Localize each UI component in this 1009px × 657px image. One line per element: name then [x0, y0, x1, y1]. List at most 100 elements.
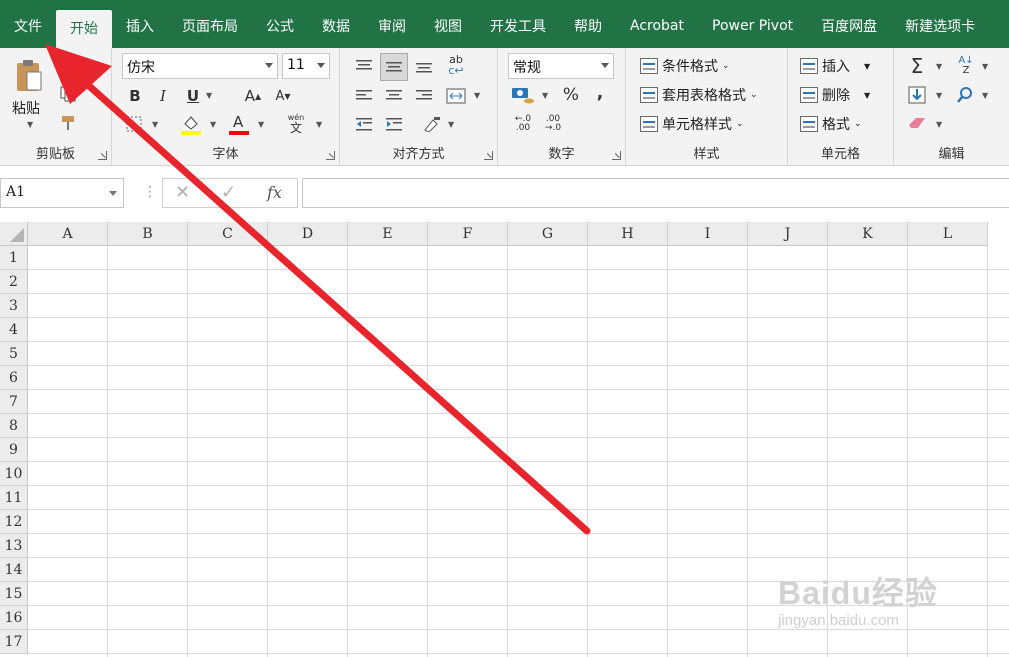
borders-icon[interactable] — [124, 114, 144, 134]
tab-3[interactable]: 页面布局 — [168, 7, 252, 45]
phonetic-icon[interactable]: wén 文 — [284, 110, 308, 138]
wrap-dropdown-chevron-icon[interactable]: ▼ — [448, 120, 454, 129]
row-header-7[interactable]: 7 — [0, 390, 28, 414]
italic-icon[interactable]: I — [154, 86, 172, 106]
name-box[interactable]: A1 — [0, 178, 124, 208]
format-painter-icon[interactable] — [58, 112, 78, 132]
row-header-1[interactable]: 1 — [0, 246, 28, 270]
column-header-b[interactable]: B — [108, 222, 188, 246]
font-size-combo[interactable]: 11 — [282, 53, 330, 79]
tab-12[interactable]: 百度网盘 — [807, 7, 891, 45]
underline-icon[interactable]: U — [184, 86, 202, 106]
align-left-icon[interactable] — [352, 84, 376, 108]
sort-filter-dropdown-chevron-icon[interactable]: ▼ — [982, 62, 988, 71]
find-select-icon[interactable] — [954, 84, 976, 106]
borders-dropdown-chevron-icon[interactable]: ▼ — [152, 120, 158, 129]
font-color-icon[interactable]: A — [228, 112, 250, 136]
fill-color-dropdown-chevron-icon[interactable]: ▼ — [210, 120, 216, 129]
row-header-16[interactable]: 16 — [0, 606, 28, 630]
tab-8[interactable]: 开发工具 — [476, 7, 560, 45]
find-select-dropdown-chevron-icon[interactable]: ▼ — [982, 91, 988, 100]
font-name-combo[interactable]: 仿宋 — [122, 53, 278, 79]
column-header-g[interactable]: G — [508, 222, 588, 246]
insert-cells-button[interactable]: 插入 ▼ — [800, 56, 870, 76]
row-header-5[interactable]: 5 — [0, 342, 28, 366]
phonetic-dropdown-chevron-icon[interactable]: ▼ — [316, 120, 322, 129]
column-header-f[interactable]: F — [428, 222, 508, 246]
column-header-e[interactable]: E — [348, 222, 428, 246]
insert-function-icon[interactable]: fx — [267, 183, 282, 202]
decrease-decimal-icon[interactable]: .00 →.0 — [540, 112, 566, 136]
tab-2[interactable]: 插入 — [112, 7, 168, 45]
delete-cells-button[interactable]: 删除 ▼ — [800, 85, 870, 105]
percent-icon[interactable]: % — [560, 84, 582, 106]
paste-icon[interactable] — [12, 58, 46, 94]
row-header-6[interactable]: 6 — [0, 366, 28, 390]
row-header-14[interactable]: 14 — [0, 558, 28, 582]
autosum-icon[interactable]: Σ — [906, 54, 928, 78]
format-as-table-button[interactable]: 套用表格格式 ⌄ — [640, 85, 758, 105]
sort-filter-icon[interactable]: A↓ Z — [954, 54, 978, 78]
orientation-icon[interactable]: ab c↩ — [444, 52, 468, 78]
tab-1[interactable]: 开始 — [56, 10, 112, 48]
font-launcher-icon[interactable] — [326, 151, 335, 160]
row-header-17[interactable]: 17 — [0, 630, 28, 654]
tab-9[interactable]: 帮助 — [560, 7, 616, 45]
column-header-h[interactable]: H — [588, 222, 668, 246]
tab-11[interactable]: Power Pivot — [698, 7, 807, 45]
wrap-text-icon[interactable] — [420, 112, 444, 136]
row-header-3[interactable]: 3 — [0, 294, 28, 318]
paste-button[interactable]: 粘贴 — [12, 98, 40, 118]
font-color-dropdown-chevron-icon[interactable]: ▼ — [258, 120, 264, 129]
column-header-l[interactable]: L — [908, 222, 988, 246]
clear-eraser-icon[interactable] — [906, 112, 928, 134]
column-header-c[interactable]: C — [188, 222, 268, 246]
comma-icon[interactable]: , — [592, 82, 608, 104]
row-header-13[interactable]: 13 — [0, 534, 28, 558]
align-top-icon[interactable] — [352, 54, 376, 78]
select-all-corner[interactable] — [0, 222, 28, 246]
paste-dropdown-chevron-icon[interactable]: ▼ — [27, 120, 33, 129]
cell-styles-button[interactable]: 单元格样式 ⌄ — [640, 114, 744, 134]
align-middle-icon[interactable] — [380, 53, 408, 81]
row-header-4[interactable]: 4 — [0, 318, 28, 342]
tab-10[interactable]: Acrobat — [616, 7, 698, 45]
formula-input[interactable] — [302, 178, 1009, 208]
formula-bar-grip-icon[interactable]: ⋮ — [143, 184, 157, 200]
format-cells-button[interactable]: 格式 ⌄ — [800, 114, 862, 134]
tab-5[interactable]: 数据 — [308, 7, 364, 45]
tab-4[interactable]: 公式 — [252, 7, 308, 45]
bold-icon[interactable]: B — [126, 86, 144, 106]
column-header-j[interactable]: J — [748, 222, 828, 246]
number-launcher-icon[interactable] — [612, 151, 621, 160]
fill-color-icon[interactable] — [180, 112, 202, 136]
decrease-font-icon[interactable]: A ▼ — [272, 86, 294, 106]
tab-0[interactable]: 文件 — [0, 7, 56, 45]
number-format-combo[interactable]: 常规 — [508, 53, 614, 79]
tab-7[interactable]: 视图 — [420, 7, 476, 45]
clipboard-launcher-icon[interactable] — [98, 151, 107, 160]
column-header-d[interactable]: D — [268, 222, 348, 246]
alignment-launcher-icon[interactable] — [484, 151, 493, 160]
increase-font-icon[interactable]: A ▲ — [242, 86, 264, 106]
fill-down-icon[interactable] — [906, 84, 928, 106]
merge-center-icon[interactable] — [444, 84, 468, 108]
accounting-icon[interactable] — [510, 84, 536, 106]
conditional-format-button[interactable]: 条件格式 ⌄ — [640, 56, 730, 76]
column-header-k[interactable]: K — [828, 222, 908, 246]
row-header-11[interactable]: 11 — [0, 486, 28, 510]
tab-6[interactable]: 审阅 — [364, 7, 420, 45]
tab-13[interactable]: 新建选项卡 — [891, 7, 989, 45]
row-header-2[interactable]: 2 — [0, 270, 28, 294]
align-right-icon[interactable] — [412, 84, 436, 108]
column-header-a[interactable]: A — [28, 222, 108, 246]
align-bottom-icon[interactable] — [412, 54, 436, 78]
row-header-12[interactable]: 12 — [0, 510, 28, 534]
row-header-10[interactable]: 10 — [0, 462, 28, 486]
decrease-indent-icon[interactable] — [352, 112, 376, 136]
increase-indent-icon[interactable] — [382, 112, 406, 136]
underline-dropdown-chevron-icon[interactable]: ▼ — [206, 91, 212, 100]
copy-icon[interactable] — [58, 84, 78, 104]
row-header-9[interactable]: 9 — [0, 438, 28, 462]
column-header-i[interactable]: I — [668, 222, 748, 246]
